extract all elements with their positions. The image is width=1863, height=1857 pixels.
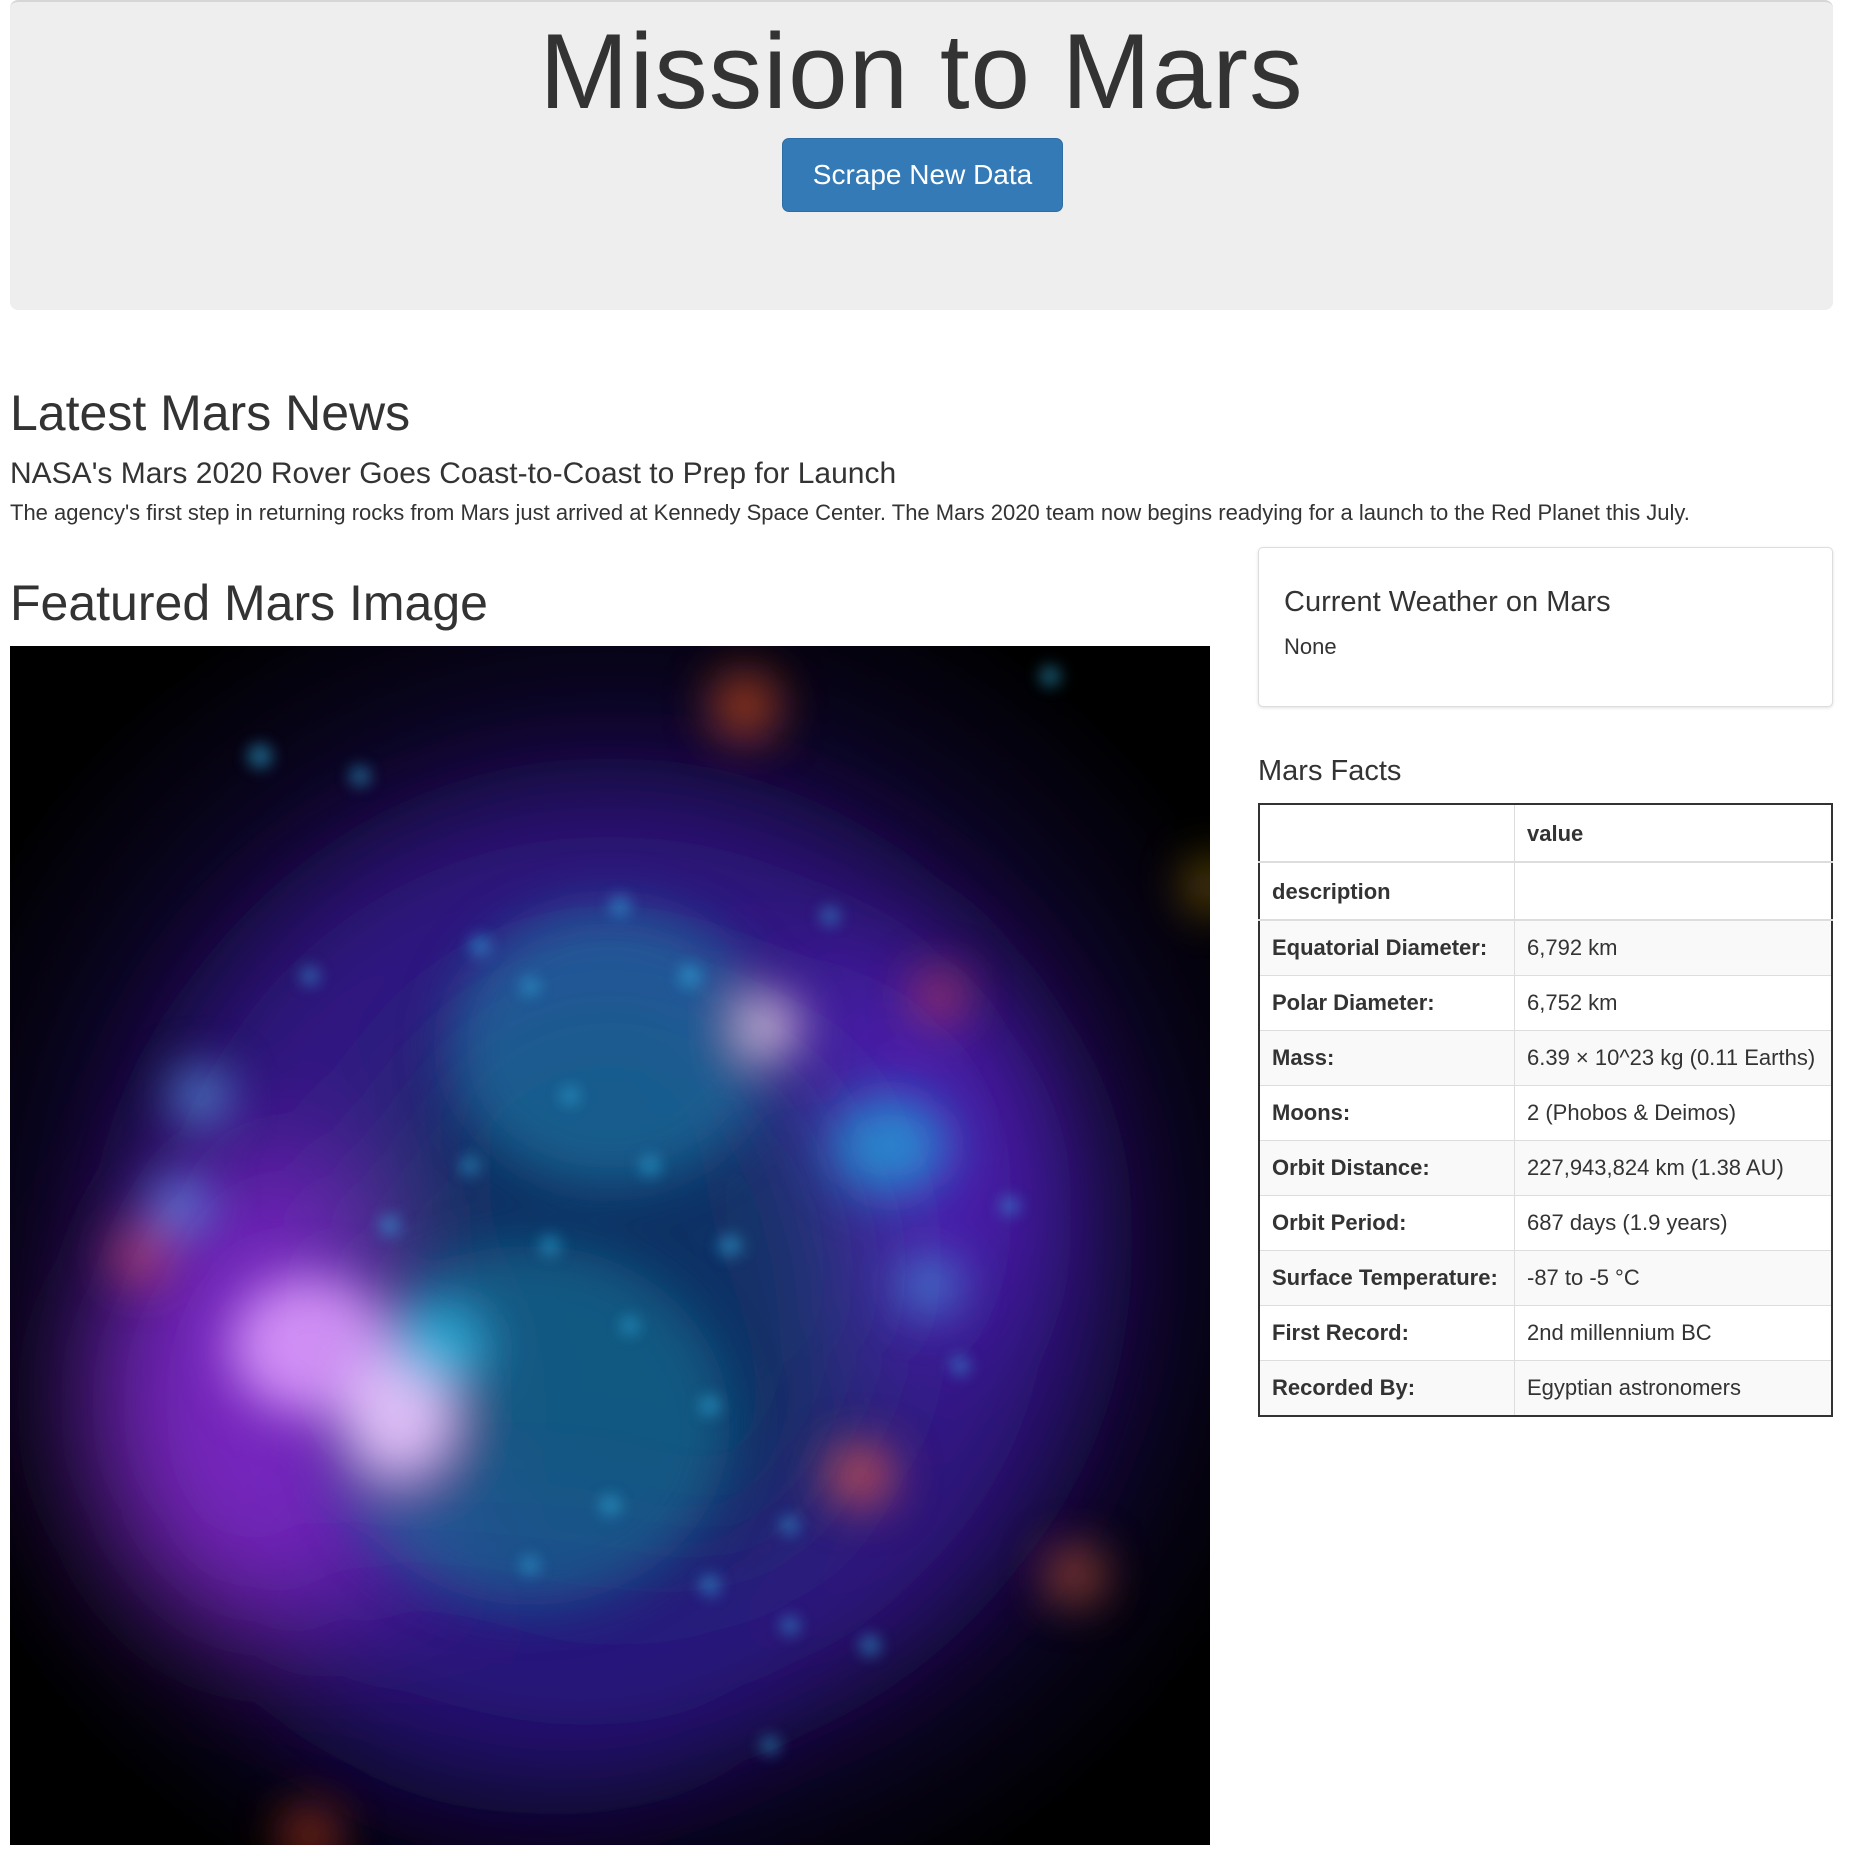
table-row: Orbit Distance: 227,943,824 km (1.38 AU) (1258, 1140, 1833, 1196)
table-header-row: value (1258, 803, 1833, 863)
jumbotron-header: Mission to Mars Scrape New Data (10, 0, 1833, 310)
table-row: Recorded By: Egyptian astronomers (1258, 1360, 1833, 1417)
fact-value: 2 (Phobos & Deimos) (1514, 1085, 1833, 1141)
table-row: Mass: 6.39 × 10^23 kg (0.11 Earths) (1258, 1030, 1833, 1086)
table-row: Polar Diameter: 6,752 km (1258, 975, 1833, 1031)
featured-image-heading: Featured Mars Image (10, 575, 488, 631)
fact-key: Mass: (1258, 1030, 1515, 1086)
table-row: Surface Temperature: -87 to -5 °C (1258, 1250, 1833, 1306)
fact-value: 6,752 km (1514, 975, 1833, 1031)
mars-facts-table: value description Equatorial Diameter: 6… (1258, 803, 1833, 1417)
fact-value: 227,943,824 km (1.38 AU) (1514, 1140, 1833, 1196)
nebula-image (10, 646, 1210, 1845)
facts-table-body: Equatorial Diameter: 6,792 km Polar Diam… (1258, 919, 1833, 1417)
latest-news-heading: Latest Mars News (10, 385, 411, 441)
news-title: NASA's Mars 2020 Rover Goes Coast-to-Coa… (10, 457, 897, 490)
table-index-blank (1514, 861, 1833, 921)
fact-key: Orbit Period: (1258, 1195, 1515, 1251)
table-row: Moons: 2 (Phobos & Deimos) (1258, 1085, 1833, 1141)
fact-key: Equatorial Diameter: (1258, 919, 1515, 976)
fact-key: Polar Diameter: (1258, 975, 1515, 1031)
fact-key: First Record: (1258, 1305, 1515, 1361)
fact-value: 687 days (1.9 years) (1514, 1195, 1833, 1251)
fact-value: 2nd millennium BC (1514, 1305, 1833, 1361)
mars-facts-heading: Mars Facts (1258, 755, 1402, 787)
scrape-new-data-button[interactable]: Scrape New Data (782, 138, 1063, 212)
news-teaser: The agency's first step in returning roc… (10, 500, 1690, 525)
weather-card: Current Weather on Mars None (1258, 547, 1833, 707)
site-title: Mission to Mars (539, 11, 1304, 131)
table-header-value: value (1514, 803, 1833, 863)
table-row: Equatorial Diameter: 6,792 km (1258, 919, 1833, 976)
page: Mission to Mars Scrape New Data Latest M… (0, 0, 1863, 1857)
fact-value: -87 to -5 °C (1514, 1250, 1833, 1306)
weather-value: None (1284, 634, 1337, 659)
fact-key: Recorded By: (1258, 1360, 1515, 1417)
featured-mars-image (10, 646, 1210, 1845)
weather-title: Current Weather on Mars (1284, 586, 1611, 618)
fact-key: Surface Temperature: (1258, 1250, 1515, 1306)
fact-value: 6.39 × 10^23 kg (0.11 Earths) (1514, 1030, 1833, 1086)
table-index-row: description (1258, 861, 1833, 921)
fact-value: 6,792 km (1514, 919, 1833, 976)
table-index-label: description (1258, 861, 1515, 921)
fact-value: Egyptian astronomers (1514, 1360, 1833, 1417)
table-row: First Record: 2nd millennium BC (1258, 1305, 1833, 1361)
table-row: Orbit Period: 687 days (1.9 years) (1258, 1195, 1833, 1251)
fact-key: Moons: (1258, 1085, 1515, 1141)
table-header-blank (1258, 803, 1515, 863)
fact-key: Orbit Distance: (1258, 1140, 1515, 1196)
